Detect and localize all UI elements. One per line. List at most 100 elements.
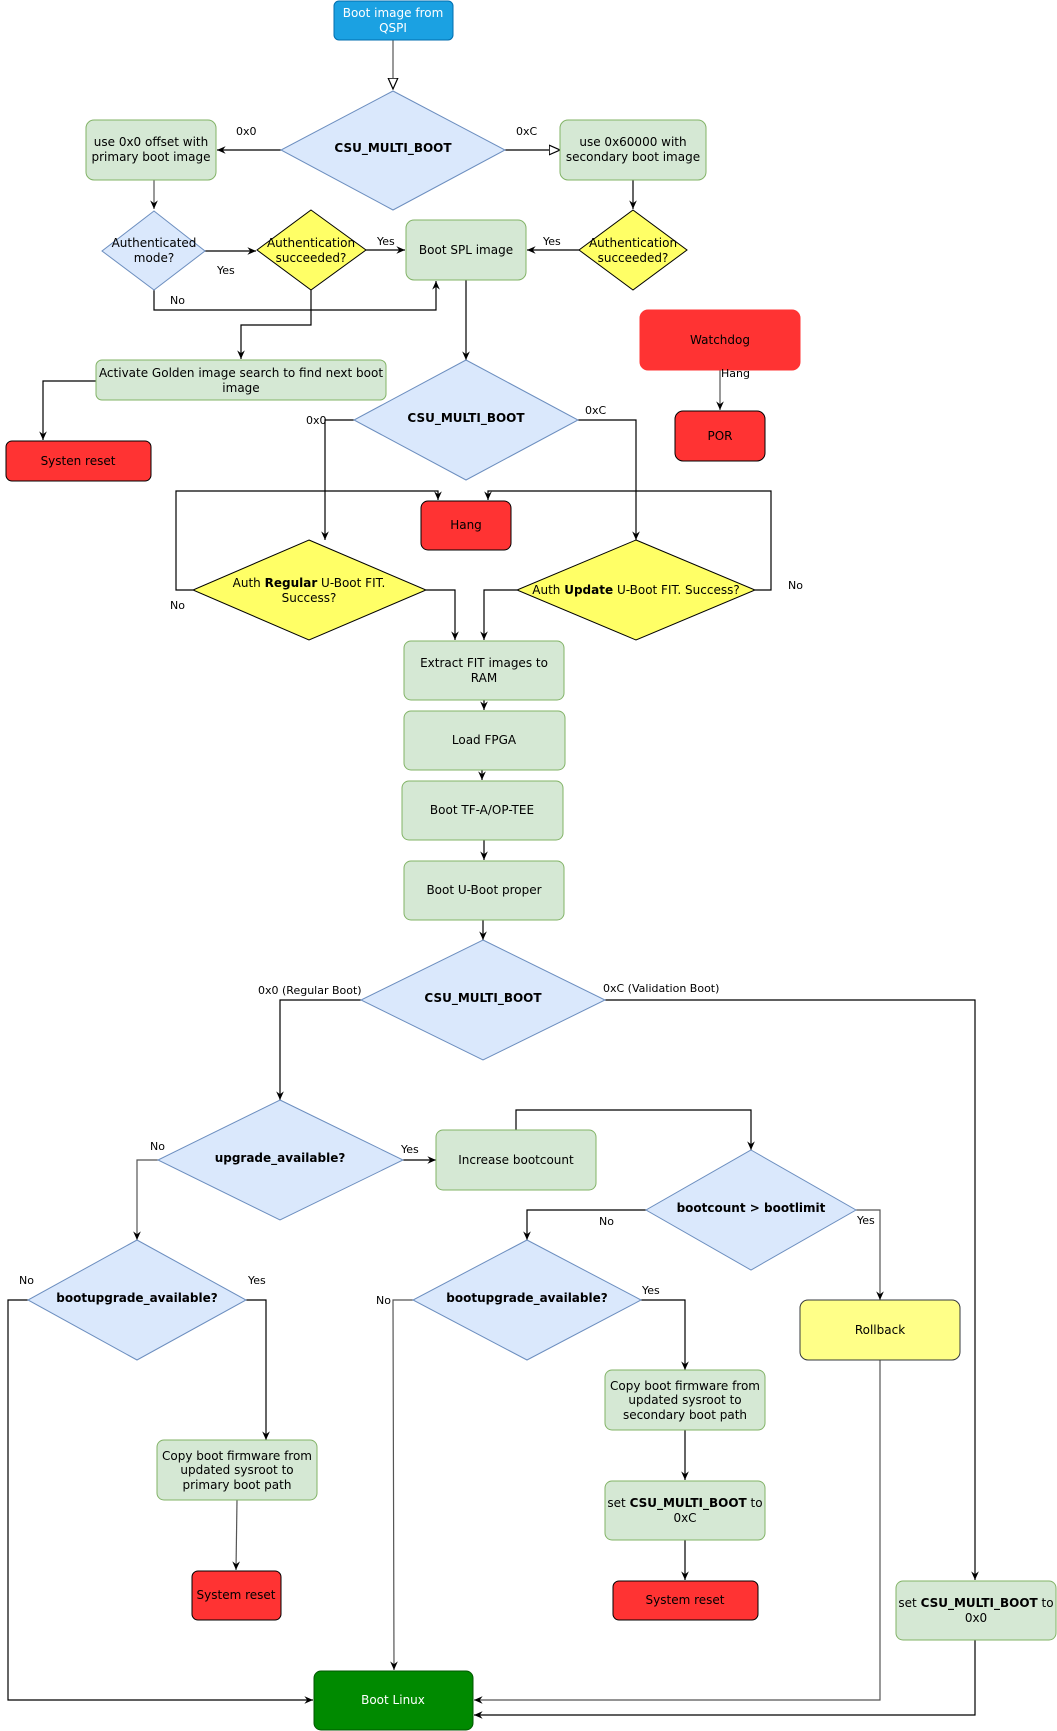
decision-csu-multi-boot-2[interactable]: CSU_MULTI_BOOT [352, 359, 580, 481]
decision-auth-update-uboot-fit[interactable]: Auth Update U-Boot FIT. Success? [515, 539, 757, 641]
decision-auth-regular-line1: Auth Regular U-Boot FIT. [233, 576, 386, 590]
decision-auth-succ-2-line1: Authentication [589, 236, 677, 250]
node-boot-tfa-optee[interactable]: Boot TF-A/OP-TEE [401, 780, 564, 841]
edge-authmode-no-to-bootspl [153, 281, 440, 311]
node-copy-sec-line1: Copy boot firmware from [610, 1379, 760, 1393]
edge-authreg-to-extract [426, 589, 459, 640]
decision-bootupgrade-2-label: bootupgrade_available? [446, 1291, 607, 1306]
decision-authenticated-mode[interactable]: Authenticated mode? [101, 210, 206, 291]
node-boot-uboot-label: Boot U-Boot proper [426, 883, 541, 897]
node-increase-bootcount-label: Increase bootcount [458, 1153, 574, 1167]
decision-auth-succ-1-line1: Authentication [267, 236, 355, 250]
node-system-reset-3-label: System reset [646, 1593, 725, 1607]
label-bootupg2-no: No [376, 1294, 391, 1307]
node-watchdog[interactable]: Watchdog [639, 309, 801, 371]
decision-authenticated-mode-line2: mode? [134, 251, 174, 265]
node-copy-prim-line1: Copy boot firmware from [162, 1449, 312, 1463]
label-authreg-no: No [170, 599, 185, 612]
node-boot-tfa-label: Boot TF-A/OP-TEE [430, 803, 534, 817]
label-csu1-0x0: 0x0 [236, 125, 257, 138]
decision-authentication-succeeded-1[interactable]: Authentication succeeded? [256, 209, 367, 291]
node-boot-uboot-proper[interactable]: Boot U-Boot proper [403, 860, 565, 921]
decision-bootupgrade-1-label: bootupgrade_available? [56, 1291, 217, 1306]
node-copy-secondary-boot-path[interactable]: Copy boot firmware from updated sysroot … [604, 1369, 766, 1431]
node-rollback[interactable]: Rollback [799, 1299, 961, 1361]
decision-authenticated-mode-line1: Authenticated [112, 236, 197, 250]
label-bootupg1-yes: Yes [247, 1274, 266, 1287]
label-bootupg2-yes: Yes [641, 1284, 660, 1297]
node-use-0x0-offset[interactable]: use 0x0 offset with primary boot image [85, 119, 217, 181]
label-bootupg1-no: No [19, 1274, 34, 1287]
node-boot-qspi-line1: Boot image from [343, 6, 444, 20]
node-system-reset-1[interactable]: Systen reset [5, 440, 152, 482]
edge-golden-to-sysreset1 [39, 380, 96, 440]
label-authsucc1-yes: Yes [376, 235, 395, 248]
decision-csu-multi-boot-1[interactable]: CSU_MULTI_BOOT [279, 90, 507, 211]
node-golden-line2: image [222, 381, 259, 395]
decision-bootupgrade-available-2[interactable]: bootupgrade_available? [411, 1239, 643, 1361]
node-system-reset-3[interactable]: System reset [612, 1580, 759, 1621]
edge-upgrade-no-to-bootupg1 [133, 1159, 158, 1240]
node-set-csu-multi-boot-0xc[interactable]: set CSU_MULTI_BOOT to 0xC [604, 1480, 766, 1541]
node-copy-sec-line3: secondary boot path [623, 1408, 747, 1422]
node-system-reset-2[interactable]: System reset [191, 1570, 282, 1621]
edge-bootcount-no-to-bootupg2 [523, 1209, 646, 1240]
node-extract-line2: RAM [471, 671, 497, 685]
edge-bootupg2-yes-to-copysec [641, 1299, 689, 1370]
label-csu2-0xC: 0xC [585, 404, 607, 417]
decision-auth-update-label: Auth Update U-Boot FIT. Success? [532, 583, 739, 597]
node-use-0x60000-line1: use 0x60000 with [579, 135, 686, 149]
node-por[interactable]: POR [674, 410, 766, 462]
label-authsucc2-yes: Yes [542, 235, 561, 248]
node-copy-primary-boot-path[interactable]: Copy boot firmware from updated sysroot … [156, 1439, 318, 1501]
node-set-csu-multi-boot-0x0[interactable]: set CSU_MULTI_BOOT to 0x0 [895, 1580, 1057, 1641]
edge-authupd-to-extract [480, 589, 517, 640]
decision-csu-multi-boot-3-label: CSU_MULTI_BOOT [424, 991, 542, 1006]
node-set-0xc-line2: 0xC [673, 1511, 696, 1525]
node-system-reset-1-label: Systen reset [41, 454, 116, 468]
node-use-0x0-line2: primary boot image [92, 150, 211, 164]
label-csu3-0x0: 0x0 (Regular Boot) [258, 984, 362, 997]
label-bootcount-no: No [599, 1215, 614, 1228]
label-csu1-0xC: 0xC [516, 125, 538, 138]
node-set-0xc-line1: set CSU_MULTI_BOOT to [607, 1496, 762, 1511]
decision-csu-multi-boot-3[interactable]: CSU_MULTI_BOOT [359, 939, 607, 1061]
node-load-fpga[interactable]: Load FPGA [403, 710, 566, 771]
node-increase-bootcount[interactable]: Increase bootcount [435, 1129, 597, 1191]
node-golden-image-search[interactable]: Activate Golden image search to find nex… [95, 359, 387, 401]
node-load-fpga-label: Load FPGA [452, 733, 517, 747]
node-use-0x60000[interactable]: use 0x60000 with secondary boot image [559, 119, 707, 181]
node-boot-spl-image[interactable]: Boot SPL image [405, 219, 527, 281]
node-boot-linux[interactable]: Boot Linux [313, 1670, 474, 1731]
node-extract-line1: Extract FIT images to [420, 656, 548, 670]
node-extract-fit-images[interactable]: Extract FIT images to RAM [403, 640, 565, 701]
node-hang-label: Hang [450, 518, 482, 532]
label-csu3-0xC: 0xC (Validation Boot) [603, 982, 719, 995]
node-boot-qspi[interactable]: Boot image from QSPI [333, 0, 454, 41]
edge-copyprim-to-sysreset2 [232, 1499, 240, 1571]
decision-authentication-succeeded-2[interactable]: Authentication succeeded? [578, 209, 688, 291]
node-system-reset-2-label: System reset [197, 1588, 276, 1602]
edge-csu2-to-authupd [578, 419, 640, 540]
node-hang[interactable]: Hang [420, 500, 512, 551]
label-csu2-0x0: 0x0 [306, 414, 327, 427]
node-por-label: POR [707, 429, 732, 443]
decision-auth-regular-line2: Success? [282, 591, 337, 605]
edge-bootupg1-yes-to-copyprim [246, 1299, 270, 1440]
edge-authsucc1-to-golden [237, 290, 312, 359]
decision-auth-regular-uboot-fit[interactable]: Auth Regular U-Boot FIT. Success? [191, 539, 428, 641]
decision-bootupgrade-available-1[interactable]: bootupgrade_available? [26, 1239, 248, 1361]
node-golden-line1: Activate Golden image search to find nex… [99, 366, 383, 380]
edge-csu2-to-authreg [321, 419, 354, 540]
label-authupd-no: No [788, 579, 803, 592]
label-authmode-yes: Yes [216, 264, 235, 277]
decision-bootcount-gt-bootlimit[interactable]: bootcount > bootlimit [644, 1149, 858, 1271]
node-boot-linux-label: Boot Linux [361, 1693, 425, 1707]
decision-upgrade-available[interactable]: upgrade_available? [156, 1099, 405, 1221]
edge-bootupg2-no-to-bootlinux [390, 1299, 413, 1671]
decision-csu-multi-boot-1-label: CSU_MULTI_BOOT [334, 141, 452, 156]
node-copy-prim-line3: primary boot path [183, 1478, 292, 1492]
edge-set0-to-bootlinux [474, 1640, 976, 1719]
node-use-0x0-line1: use 0x0 offset with [94, 135, 208, 149]
decision-auth-succ-2-line2: succeeded? [598, 251, 669, 265]
